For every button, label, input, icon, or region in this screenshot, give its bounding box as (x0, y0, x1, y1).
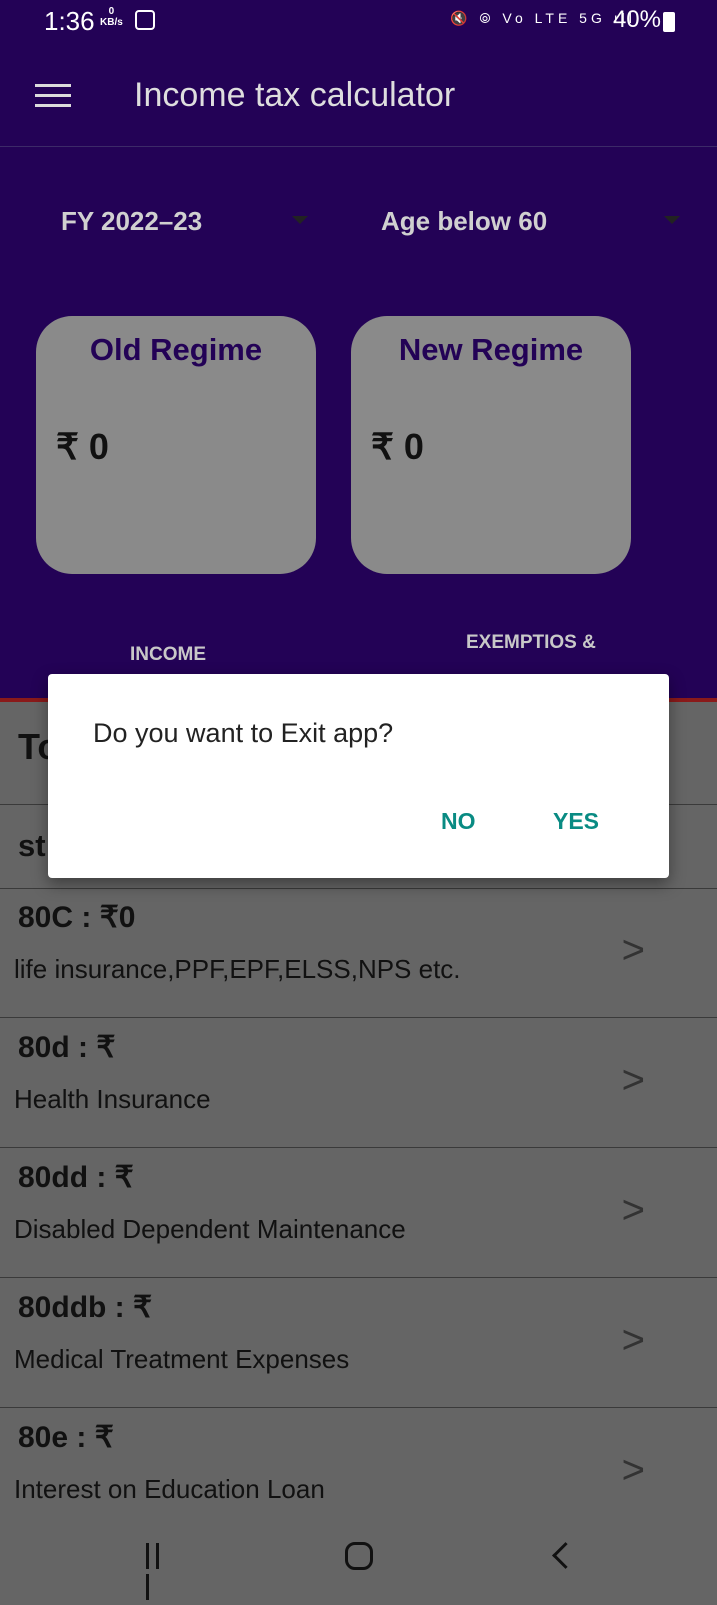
card-title: Old Regime (89, 332, 263, 367)
status-time: 1:36 (44, 6, 95, 36)
chevron-right-icon[interactable]: > (622, 1448, 645, 1493)
tab-income[interactable]: INCOME (130, 644, 206, 666)
row-subtitle: life insurance,PPF,EPF,ELSS,NPS etc. (14, 954, 461, 984)
row-title: 80dd : ₹ (18, 1161, 134, 1194)
header-divider (0, 146, 717, 147)
app-header: Income tax calculator FY 2022–23 Age bel… (0, 46, 717, 700)
recents-icon[interactable] (146, 1543, 172, 1600)
chevron-right-icon[interactable]: > (622, 1058, 645, 1103)
home-icon[interactable] (345, 1542, 373, 1570)
dialog-message: Do you want to Exit app? (93, 718, 394, 748)
age-dropdown[interactable]: Age below 60 (381, 206, 547, 237)
card-value: ₹ 0 (371, 426, 424, 467)
menu-icon[interactable] (35, 84, 71, 108)
row-subtitle: Interest on Education Loan (14, 1474, 325, 1504)
row-title: 80e : ₹ (18, 1421, 114, 1454)
chevron-right-icon[interactable]: > (622, 1188, 645, 1233)
row-title: 80C : ₹0 (18, 901, 136, 934)
card-title: New Regime (398, 332, 584, 367)
status-icons: 🔇 ⦾ Vo LTE 5G ıll (450, 10, 636, 26)
status-bar: 1:36 0 KB/s 🔇 ⦾ Vo LTE 5G ıll 40% (0, 0, 717, 46)
yes-button[interactable]: YES (553, 808, 599, 835)
row-subtitle: Disabled Dependent Maintenance (14, 1214, 406, 1244)
gallery-icon (135, 10, 155, 30)
battery-percent: 40% (612, 6, 661, 33)
chevron-right-icon[interactable]: > (622, 1318, 645, 1363)
tab-exemptions[interactable]: EXEMPTIOS & (466, 632, 596, 654)
app-title: Income tax calculator (134, 76, 456, 114)
chevron-right-icon[interactable]: > (622, 928, 645, 973)
battery-icon (663, 12, 675, 32)
row-subtitle: Health Insurance (14, 1084, 211, 1114)
system-nav-bar (0, 1512, 717, 1600)
row-title: 80d : ₹ (18, 1031, 116, 1064)
back-icon[interactable] (552, 1542, 579, 1569)
row-title: 80ddb : ₹ (18, 1291, 153, 1324)
new-regime-card[interactable]: New Regime ₹ 0 (351, 316, 631, 574)
exit-dialog: Do you want to Exit app? NO YES (48, 674, 669, 878)
net-speed-indicator: 0 KB/s (100, 6, 123, 28)
row-subtitle: Medical Treatment Expenses (14, 1344, 350, 1374)
row-title: st (18, 828, 46, 863)
old-regime-card[interactable]: Old Regime ₹ 0 (36, 316, 316, 574)
card-value: ₹ 0 (56, 426, 109, 467)
list-item[interactable]: 80d : ₹ Health Insurance > (0, 1018, 717, 1148)
chevron-down-icon[interactable] (664, 216, 680, 224)
fy-dropdown[interactable]: FY 2022–23 (61, 206, 202, 237)
list-item[interactable]: 80dd : ₹ Disabled Dependent Maintenance … (0, 1148, 717, 1278)
chevron-down-icon[interactable] (292, 216, 308, 224)
no-button[interactable]: NO (441, 808, 476, 835)
list-item[interactable]: 80ddb : ₹ Medical Treatment Expenses > (0, 1278, 717, 1408)
list-item[interactable]: 80C : ₹0 life insurance,PPF,EPF,ELSS,NPS… (0, 888, 717, 1018)
